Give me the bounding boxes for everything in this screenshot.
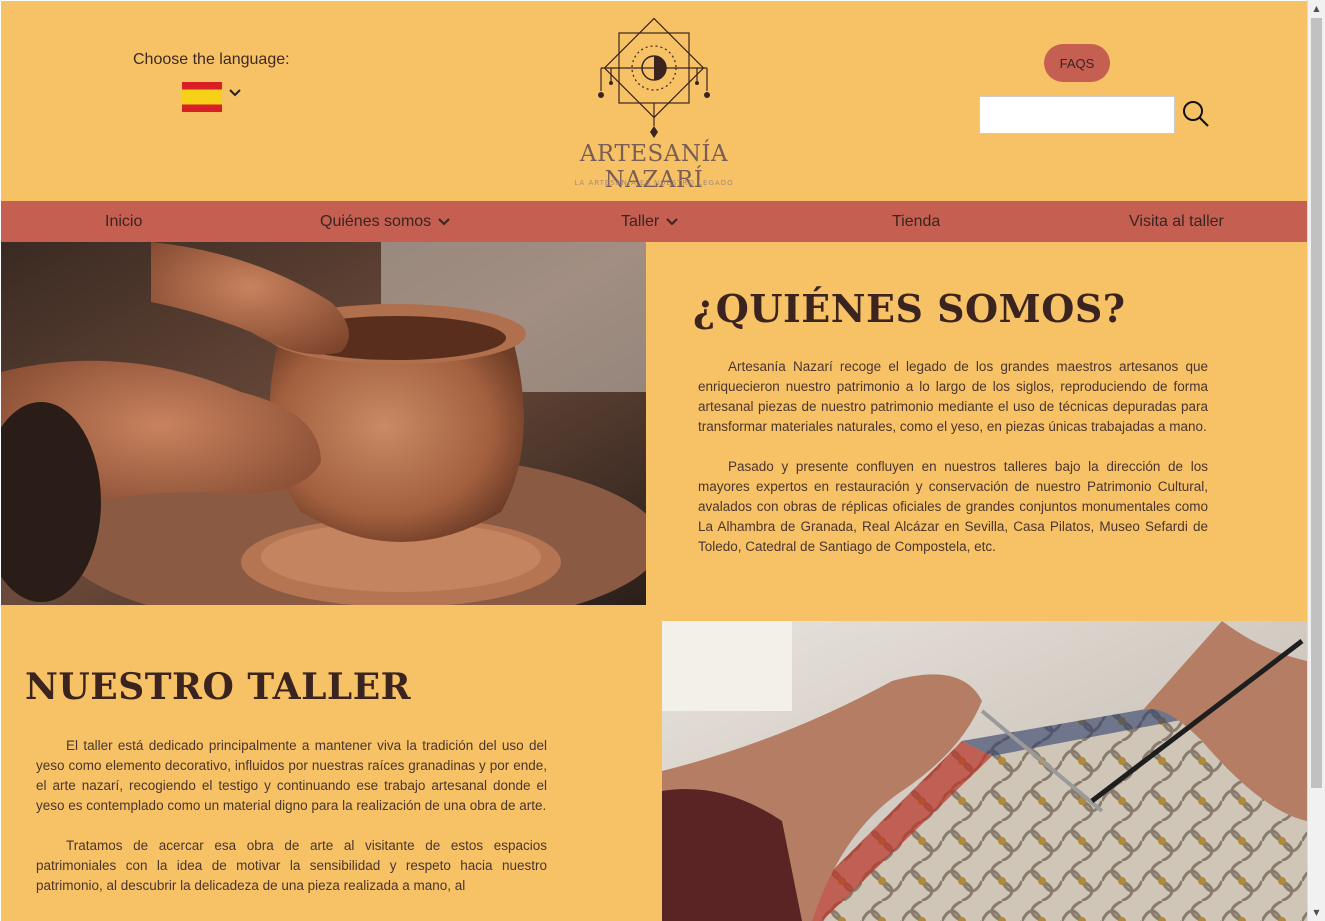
nav-item-tienda[interactable]: Tienda	[892, 201, 940, 242]
main-nav: Inicio Quiénes somos Taller Tienda Visit…	[1, 201, 1307, 242]
about-text: Artesanía Nazarí recoge el legado de los…	[698, 357, 1208, 577]
search-icon[interactable]	[1181, 99, 1211, 129]
scroll-down-icon[interactable]: ▼	[1308, 904, 1325, 921]
nav-item-inicio[interactable]: Inicio	[105, 201, 142, 242]
language-label: Choose the language:	[133, 51, 290, 68]
nav-item-quienes-somos[interactable]: Quiénes somos	[320, 201, 451, 242]
chevron-down-icon	[438, 217, 450, 225]
scroll-up-icon[interactable]: ▲	[1308, 0, 1325, 17]
site-logo[interactable]: ARTESANÍA NAZARÍ LA ARTESANÍA ES NUESTRO…	[541, 11, 767, 193]
nav-item-label: Quiénes somos	[320, 212, 432, 230]
nav-item-label: Tienda	[892, 212, 941, 230]
pottery-wheel-image	[1, 242, 646, 605]
plaster-carving-image	[662, 621, 1307, 921]
workshop-heading: NUESTRO TALLER	[25, 666, 412, 708]
nav-item-visita-al-taller[interactable]: Visita al taller	[1129, 201, 1224, 242]
search-input[interactable]	[979, 96, 1175, 134]
page: Choose the language: ARTESANÍA NAZARÍ LA…	[1, 1, 1307, 921]
chevron-down-icon[interactable]	[227, 85, 243, 101]
workshop-paragraph: Tratamos de acercar esa obra de arte al …	[36, 838, 547, 893]
workshop-paragraph: El taller está dedicado principalmente a…	[36, 738, 547, 813]
nav-item-label: Visita al taller	[1129, 212, 1224, 230]
about-heading: ¿QUIÉNES SOMOS?	[693, 286, 1126, 331]
nav-item-label: Inicio	[105, 212, 143, 230]
workshop-text: El taller está dedicado principalmente a…	[36, 736, 547, 916]
spain-flag-icon[interactable]	[182, 82, 222, 112]
vertical-scrollbar[interactable]: ▲ ▼	[1307, 0, 1325, 921]
logo-tagline: LA ARTESANÍA ES NUESTRO LEGADO	[574, 179, 734, 187]
faqs-button[interactable]: FAQS	[1044, 44, 1110, 82]
nav-item-label: Taller	[621, 212, 660, 230]
about-paragraph: Artesanía Nazarí recoge el legado de los…	[698, 359, 1208, 434]
logo-emblem-icon	[598, 17, 710, 138]
chevron-down-icon	[666, 217, 678, 225]
nav-item-taller[interactable]: Taller	[621, 201, 679, 242]
scrollbar-thumb[interactable]	[1311, 18, 1322, 788]
about-paragraph: Pasado y presente confluyen en nuestros …	[698, 459, 1208, 554]
